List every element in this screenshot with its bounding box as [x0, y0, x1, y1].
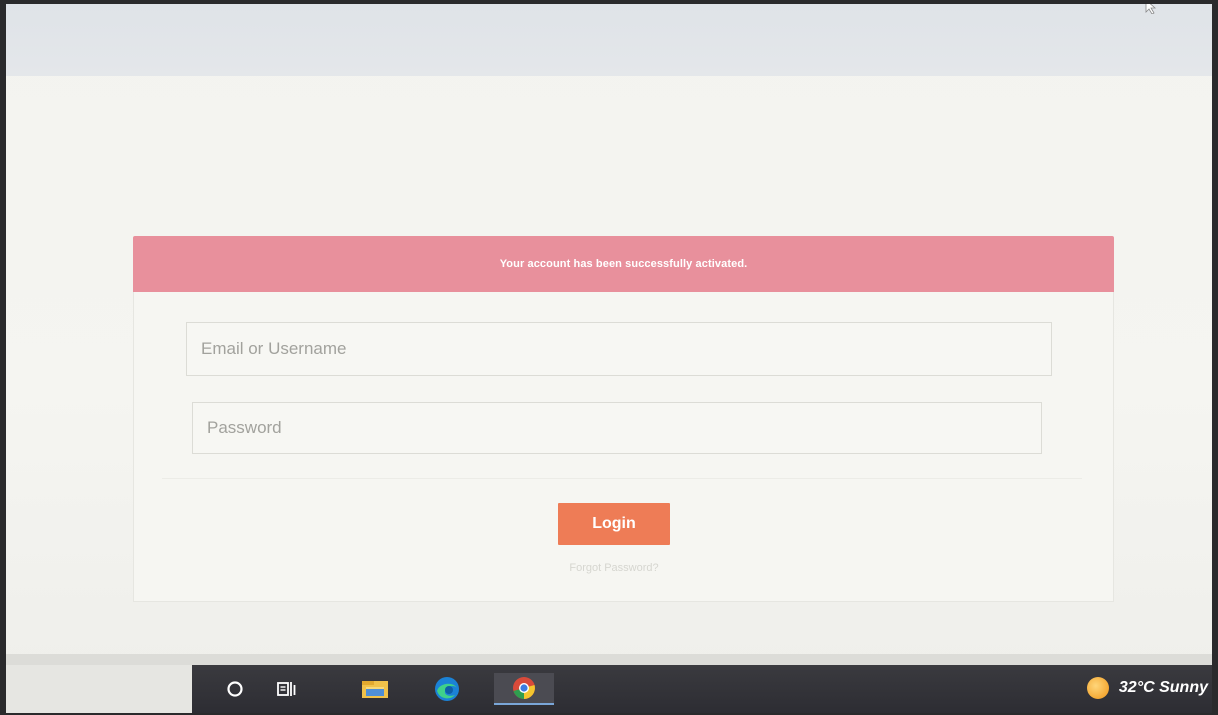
login-button[interactable]: Login	[558, 503, 670, 545]
chrome-icon[interactable]	[494, 673, 554, 705]
windows-taskbar: 32°C Sunny	[6, 665, 1212, 713]
weather-widget[interactable]: 32°C Sunny	[1086, 677, 1208, 699]
login-form: Login Forgot Password?	[133, 292, 1114, 602]
file-explorer-icon[interactable]	[358, 673, 392, 705]
taskbar-left-glare	[6, 665, 192, 713]
mouse-cursor-icon	[1145, 4, 1157, 14]
success-alert-text: Your account has been successfully activ…	[499, 258, 748, 270]
sun-icon	[1086, 677, 1109, 699]
forgot-password-link[interactable]: Forgot Password?	[514, 562, 714, 574]
success-alert: Your account has been successfully activ…	[133, 236, 1114, 292]
browser-top-area	[6, 4, 1212, 76]
screen: Your account has been successfully activ…	[6, 4, 1212, 713]
task-view-icon[interactable]	[270, 673, 304, 705]
form-divider	[162, 478, 1082, 479]
cortana-circle-icon[interactable]	[218, 673, 252, 705]
email-username-input[interactable]	[186, 322, 1052, 376]
weather-text: 32°C Sunny	[1118, 679, 1208, 696]
edge-icon[interactable]	[430, 673, 464, 705]
password-input[interactable]	[192, 402, 1042, 454]
login-card: Your account has been successfully activ…	[133, 236, 1114, 606]
